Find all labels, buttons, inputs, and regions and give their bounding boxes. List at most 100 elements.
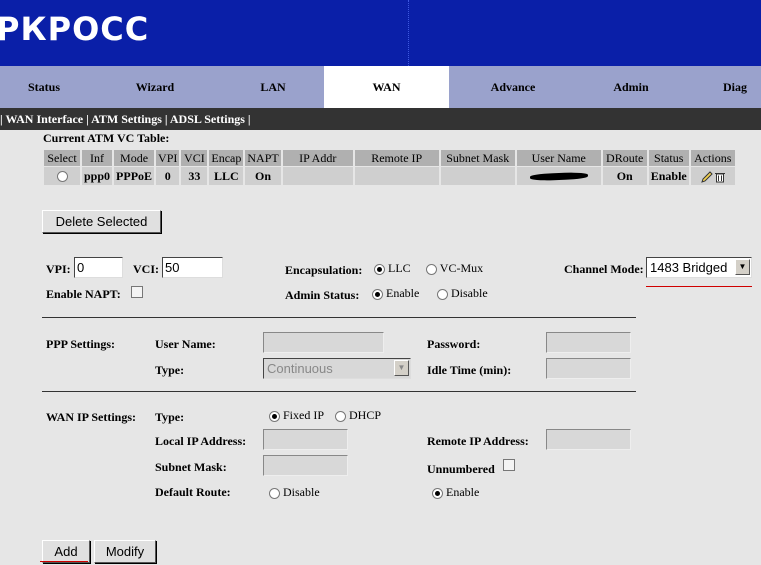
cell-vci: 33 <box>181 167 208 185</box>
wan-ip-type-label: Type: <box>155 410 185 424</box>
fixed-ip-radio[interactable] <box>269 410 280 422</box>
local-ip-input[interactable] <box>263 429 348 450</box>
col-remote-ip: Remote IP <box>354 150 439 166</box>
tab-status[interactable]: Status <box>0 66 88 108</box>
admin-enable-option[interactable]: Enable <box>372 286 419 301</box>
chevron-down-icon[interactable]: ▼ <box>735 259 750 275</box>
channel-mode-label: Channel Mode: <box>564 262 644 276</box>
remote-ip-label: Remote IP Address: <box>427 434 529 448</box>
header-banner: РКРОСС <box>0 0 761 66</box>
vpi-label: VPI: <box>46 262 71 276</box>
dhcp-option[interactable]: DHCP <box>335 408 381 423</box>
route-disable-radio[interactable] <box>269 487 280 499</box>
tab-wan[interactable]: WAN <box>324 66 449 108</box>
ppp-type-label: Type: <box>155 363 185 377</box>
divider <box>42 317 636 318</box>
subnav-adsl-settings[interactable]: ADSL Settings <box>170 112 245 126</box>
encap-vcmux-option[interactable]: VC-Mux <box>426 261 483 276</box>
col-status: Status <box>648 150 689 166</box>
ppp-username-input[interactable] <box>263 332 384 353</box>
col-inf: Inf <box>82 150 113 166</box>
subnav-wan-interface[interactable]: WAN Interface <box>5 112 83 126</box>
ppp-password-input[interactable] <box>546 332 631 353</box>
col-select: Select <box>44 150 80 166</box>
ppp-password-label: Password: <box>427 337 481 351</box>
route-enable-option[interactable]: Enable <box>432 485 479 500</box>
encap-llc-radio[interactable] <box>374 263 385 275</box>
col-napt: NAPT <box>245 150 281 166</box>
table-header-row: Select Inf Mode VPI VCI Encap NAPT IP Ad… <box>44 150 735 166</box>
channel-mode-value: 1483 Bridged <box>650 260 728 275</box>
tab-diag[interactable]: Diag <box>685 66 761 108</box>
col-ip-addr: IP Addr <box>282 150 353 166</box>
admin-disable-radio[interactable] <box>437 288 448 300</box>
cell-subnet-mask <box>440 167 515 185</box>
trash-icon[interactable] <box>714 171 726 183</box>
idle-time-input[interactable] <box>546 358 631 379</box>
subnav-atm-settings[interactable]: ATM Settings <box>91 112 162 126</box>
row-select-radio[interactable] <box>56 171 68 183</box>
vci-input[interactable]: 50 <box>162 257 223 278</box>
encap-vcmux-label: VC-Mux <box>439 261 484 275</box>
col-subnet-mask: Subnet Mask <box>440 150 515 166</box>
cell-user-name <box>516 167 601 185</box>
cell-mode: PPPoE <box>114 167 155 185</box>
cell-status: Enable <box>648 167 689 185</box>
encapsulation-label: Encapsulation: <box>285 263 363 277</box>
edit-icon[interactable] <box>700 171 714 183</box>
admin-disable-option[interactable]: Disable <box>437 286 488 301</box>
subnav-separator: | <box>86 112 89 126</box>
subnet-mask-label: Subnet Mask: <box>155 460 227 474</box>
row-select-cell <box>44 167 80 185</box>
col-droute: DRoute <box>602 150 647 166</box>
tab-lan[interactable]: LAN <box>222 66 324 108</box>
cell-vpi: 0 <box>156 167 180 185</box>
admin-enable-radio[interactable] <box>372 288 383 300</box>
tab-advance[interactable]: Advance <box>449 66 577 108</box>
unnumbered-checkbox[interactable] <box>503 459 515 471</box>
annotation-underline <box>646 286 752 287</box>
col-vci: VCI <box>181 150 208 166</box>
col-user-name: User Name <box>516 150 601 166</box>
encap-vcmux-radio[interactable] <box>426 263 437 275</box>
route-enable-radio[interactable] <box>432 487 443 499</box>
cell-napt: On <box>245 167 281 185</box>
tab-admin[interactable]: Admin <box>577 66 685 108</box>
tab-wizard[interactable]: Wizard <box>88 66 222 108</box>
brand-logo: РКРОСС <box>0 10 150 48</box>
redacted-username-mark <box>529 172 588 182</box>
divider <box>42 391 636 392</box>
subnav-separator: | <box>164 112 168 126</box>
encap-llc-label: LLC <box>388 261 411 275</box>
cell-encap: LLC <box>209 167 244 185</box>
route-enable-label: Enable <box>446 485 480 499</box>
delete-selected-button[interactable]: Delete Selected <box>42 210 161 233</box>
ppp-type-value: Continuous <box>267 361 333 376</box>
cell-actions <box>690 167 735 185</box>
remote-ip-input[interactable] <box>546 429 631 450</box>
atm-vc-table: Select Inf Mode VPI VCI Encap NAPT IP Ad… <box>42 149 737 186</box>
subnet-mask-input[interactable] <box>263 455 348 476</box>
ppp-username-label: User Name: <box>155 337 216 351</box>
chevron-down-icon[interactable]: ▼ <box>394 360 409 376</box>
subnav-separator: | <box>247 112 251 126</box>
dhcp-radio[interactable] <box>335 410 346 422</box>
route-disable-option[interactable]: Disable <box>269 485 320 500</box>
atm-vc-table-title: Current ATM VC Table: <box>43 131 170 145</box>
main-nav: Status Wizard LAN WAN Advance Admin Diag <box>0 66 761 108</box>
admin-enable-label: Enable <box>386 286 420 300</box>
vpi-input[interactable]: 0 <box>74 257 123 278</box>
admin-disable-label: Disable <box>451 286 488 300</box>
add-button[interactable]: Add <box>42 540 90 563</box>
cell-remote-ip <box>354 167 439 185</box>
cell-droute: On <box>602 167 647 185</box>
banner-divider <box>408 0 415 66</box>
channel-mode-select[interactable]: 1483 Bridged ▼ <box>646 257 752 278</box>
encap-llc-option[interactable]: LLC <box>374 261 411 276</box>
modify-button[interactable]: Modify <box>94 540 156 563</box>
enable-napt-checkbox[interactable] <box>131 286 143 298</box>
ppp-type-select[interactable]: Continuous ▼ <box>263 358 411 379</box>
ppp-settings-label: PPP Settings: <box>46 337 115 351</box>
fixed-ip-option[interactable]: Fixed IP <box>269 408 324 423</box>
local-ip-label: Local IP Address: <box>155 434 247 448</box>
